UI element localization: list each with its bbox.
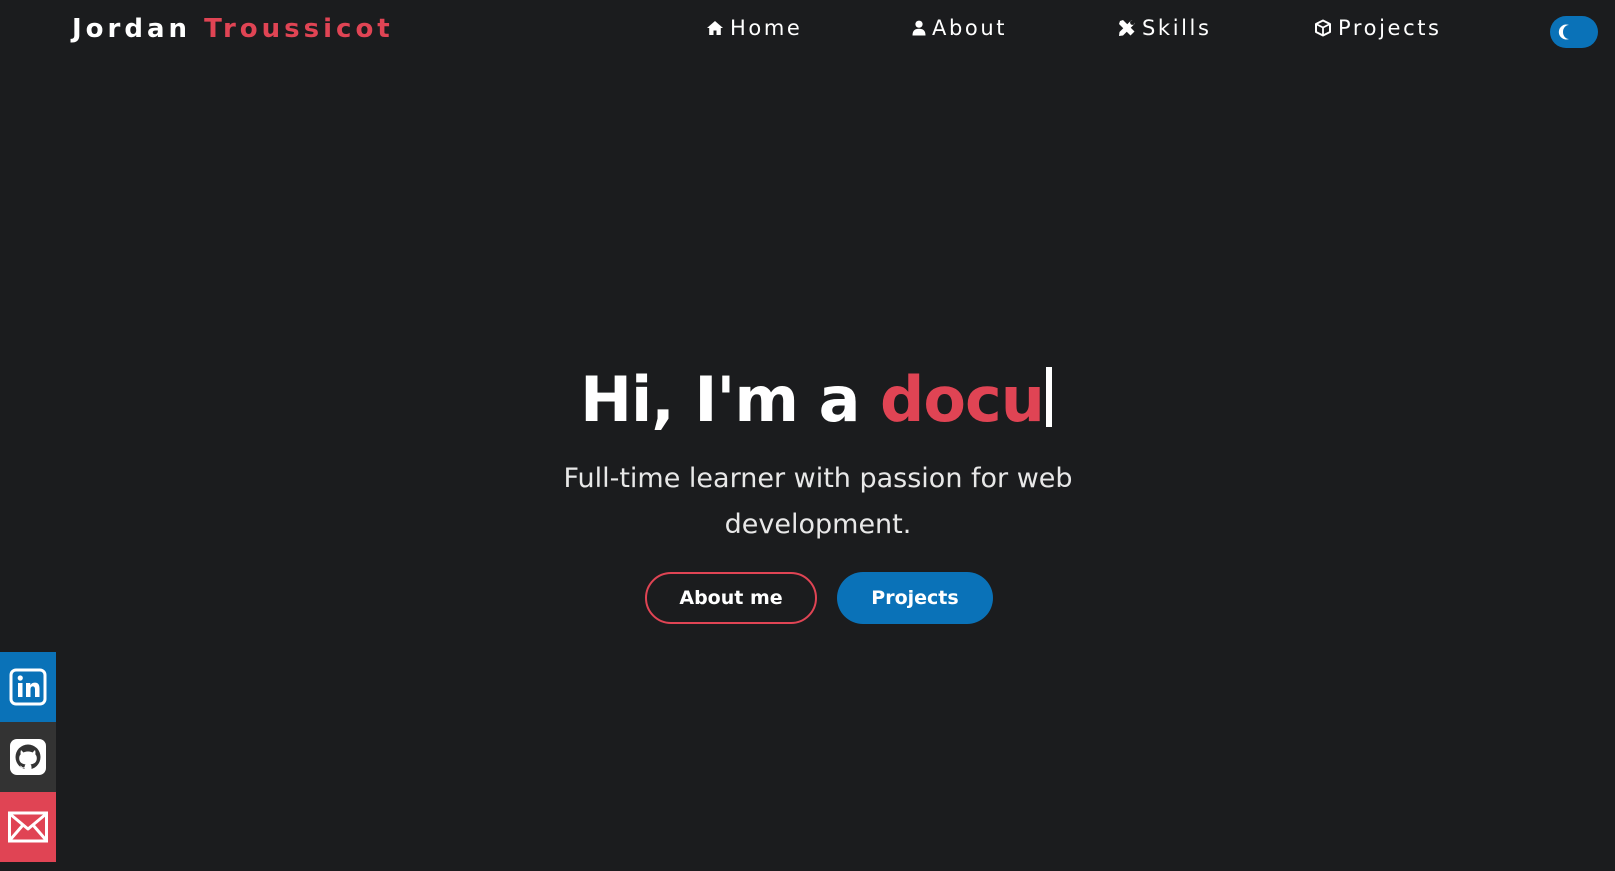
typing-caret — [1045, 367, 1052, 427]
about-me-button[interactable]: About me — [645, 572, 817, 624]
site-header: Jordan Troussicot Home About Skills Proj… — [0, 0, 1615, 64]
projects-button[interactable]: Projects — [837, 572, 993, 624]
cube-icon — [1314, 19, 1332, 37]
nav-skills-label: Skills — [1142, 16, 1212, 40]
nav-skills[interactable]: Skills — [1118, 16, 1212, 40]
site-brand[interactable]: Jordan Troussicot — [72, 14, 394, 44]
nav-home-label: Home — [730, 16, 803, 40]
nav-projects-label: Projects — [1338, 16, 1442, 40]
brand-last-name: Troussicot — [204, 14, 394, 44]
user-icon — [912, 20, 926, 36]
nav-home[interactable]: Home — [706, 16, 802, 40]
theme-toggle[interactable] — [1550, 16, 1598, 48]
home-icon — [706, 20, 724, 36]
linkedin-icon — [9, 668, 47, 706]
mail-link[interactable] — [0, 792, 56, 862]
tools-icon — [1118, 19, 1136, 37]
github-link[interactable] — [0, 722, 56, 792]
linkedin-link[interactable] — [0, 652, 56, 722]
nav-about[interactable]: About — [912, 16, 1007, 40]
nav-about-label: About — [932, 16, 1008, 40]
moon-icon — [1558, 24, 1569, 40]
hero-title: Hi, I'm a docu — [0, 360, 1615, 440]
hero-subtitle: Full-time learner with passion for web d… — [563, 463, 1073, 540]
github-icon — [10, 739, 46, 775]
nav-projects[interactable]: Projects — [1314, 16, 1442, 40]
hero-title-prefix: Hi, I'm a — [580, 363, 881, 436]
brand-first-name: Jordan — [72, 14, 192, 44]
hero-typed-word: docu — [880, 363, 1045, 436]
mail-icon — [8, 811, 48, 843]
